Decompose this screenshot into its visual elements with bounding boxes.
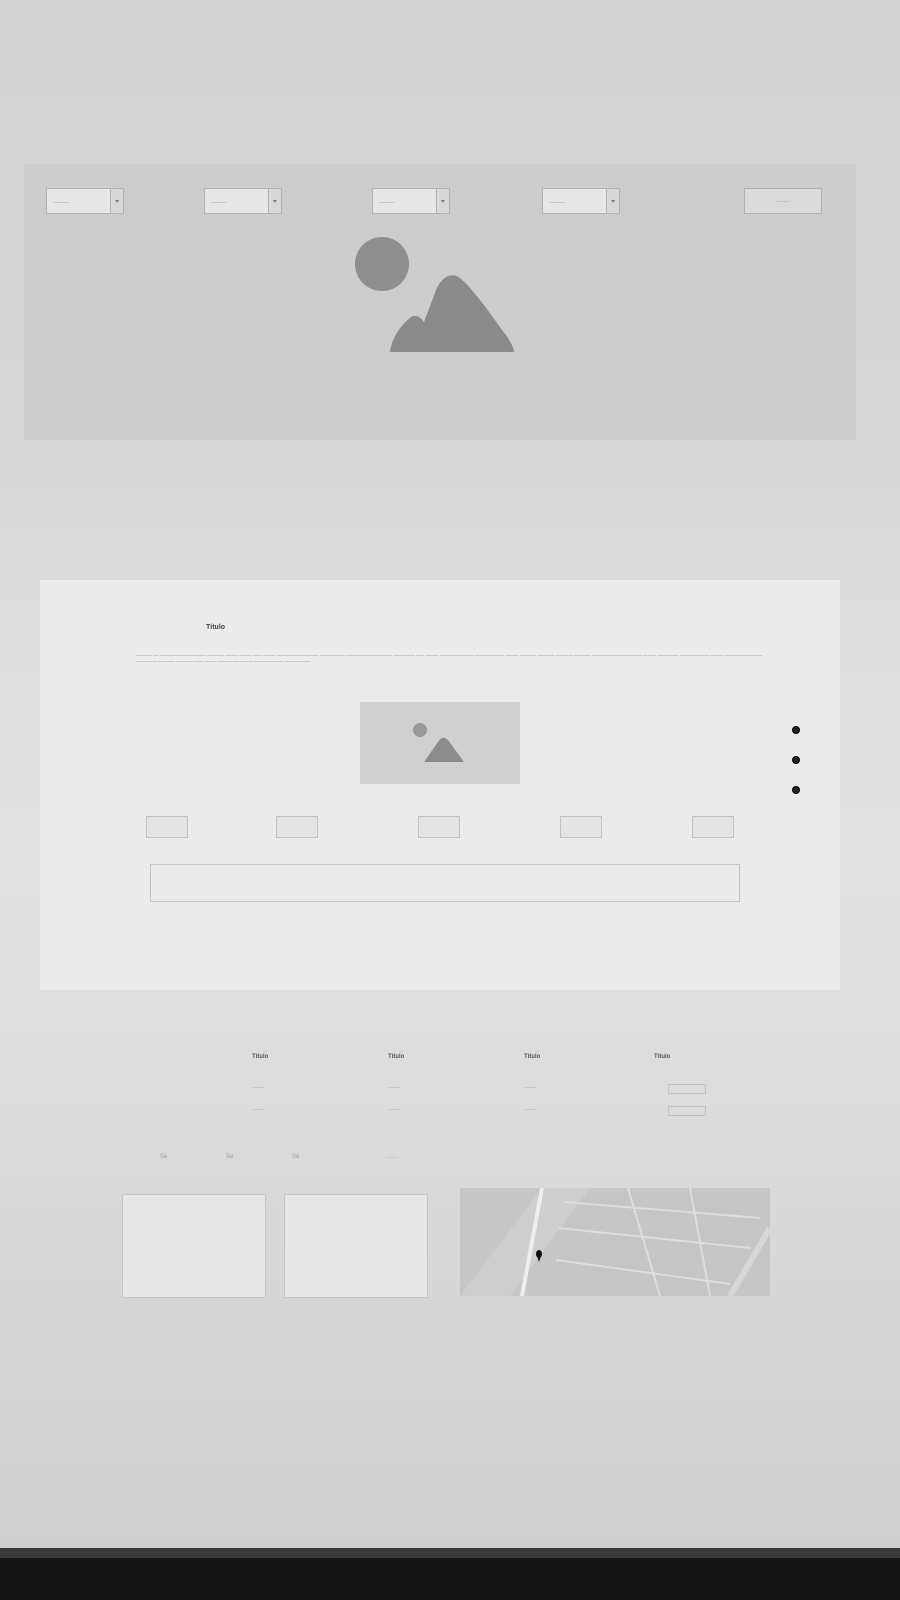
hero-section: ———— ———— ———— ———— ——— <box>24 164 856 440</box>
filter-select-3-value: ———— <box>379 199 395 204</box>
option-box-2[interactable] <box>276 816 318 838</box>
footer-column-1: Título ——— ——— <box>252 1054 372 1128</box>
filter-select-4-value: ———— <box>549 199 565 204</box>
filter-select-4[interactable]: ———— <box>542 188 620 214</box>
filter-select-2-value: ———— <box>211 199 227 204</box>
card-text-field[interactable] <box>150 864 740 902</box>
column-link[interactable]: ——— <box>252 1106 372 1128</box>
social-link-2[interactable]: Se <box>226 1154 233 1160</box>
column-title: Título <box>524 1054 541 1060</box>
column-link[interactable]: ——— <box>252 1084 372 1106</box>
social-link-1[interactable]: Se <box>160 1154 167 1160</box>
column-field-row <box>654 1084 774 1106</box>
column-link[interactable]: ——— <box>524 1084 644 1106</box>
option-box-5[interactable] <box>692 816 734 838</box>
column-input[interactable] <box>668 1106 706 1116</box>
image-placeholder-icon <box>360 702 520 784</box>
filter-select-1-value: ———— <box>53 199 69 204</box>
carousel-dot[interactable] <box>792 786 800 794</box>
footer-small-text: ——— <box>386 1154 398 1159</box>
option-box-3[interactable] <box>418 816 460 838</box>
carousel-dots <box>792 726 800 816</box>
filter-select-1[interactable]: ———— <box>46 188 124 214</box>
chevron-down-icon <box>606 189 619 213</box>
column-link[interactable]: ——— <box>524 1106 644 1128</box>
carousel-dot[interactable] <box>792 726 800 734</box>
monitor-bezel <box>0 1548 900 1600</box>
option-box-1[interactable] <box>146 816 188 838</box>
image-placeholder-icon <box>355 237 514 352</box>
content-card: Título ———— — ——————————— ———— ——— ——— —… <box>40 580 840 990</box>
column-input[interactable] <box>668 1084 706 1094</box>
chevron-down-icon <box>110 189 123 213</box>
map-embed[interactable] <box>460 1188 770 1296</box>
card-title: Título <box>206 624 226 631</box>
column-field-row <box>654 1106 774 1128</box>
footer-column-2: Título ——— ——— <box>388 1054 508 1128</box>
column-title: Título <box>252 1054 269 1060</box>
social-link-3[interactable]: Se <box>292 1154 299 1160</box>
carousel-dot[interactable] <box>792 756 800 764</box>
card-body-text: ———— — ——————————— ———— ——— ——— —— ——— —… <box>136 652 763 663</box>
column-link[interactable]: ——— <box>388 1084 508 1106</box>
chevron-down-icon <box>436 189 449 213</box>
gallery-tile-2[interactable] <box>284 1194 428 1298</box>
column-title: Título <box>388 1054 405 1060</box>
monitor-screen: ———— ———— ———— ———— ——— Título ———— — ——… <box>0 0 900 1548</box>
column-title: Título <box>654 1054 671 1060</box>
column-link[interactable]: ——— <box>388 1106 508 1128</box>
header-button[interactable]: ——— <box>744 188 822 214</box>
footer-column-4: Título <box>654 1054 774 1128</box>
option-box-4[interactable] <box>560 816 602 838</box>
chevron-down-icon <box>268 189 281 213</box>
gallery-tile-1[interactable] <box>122 1194 266 1298</box>
filter-select-3[interactable]: ———— <box>372 188 450 214</box>
footer-column-3: Título ——— ——— <box>524 1054 644 1128</box>
filter-select-2[interactable]: ———— <box>204 188 282 214</box>
